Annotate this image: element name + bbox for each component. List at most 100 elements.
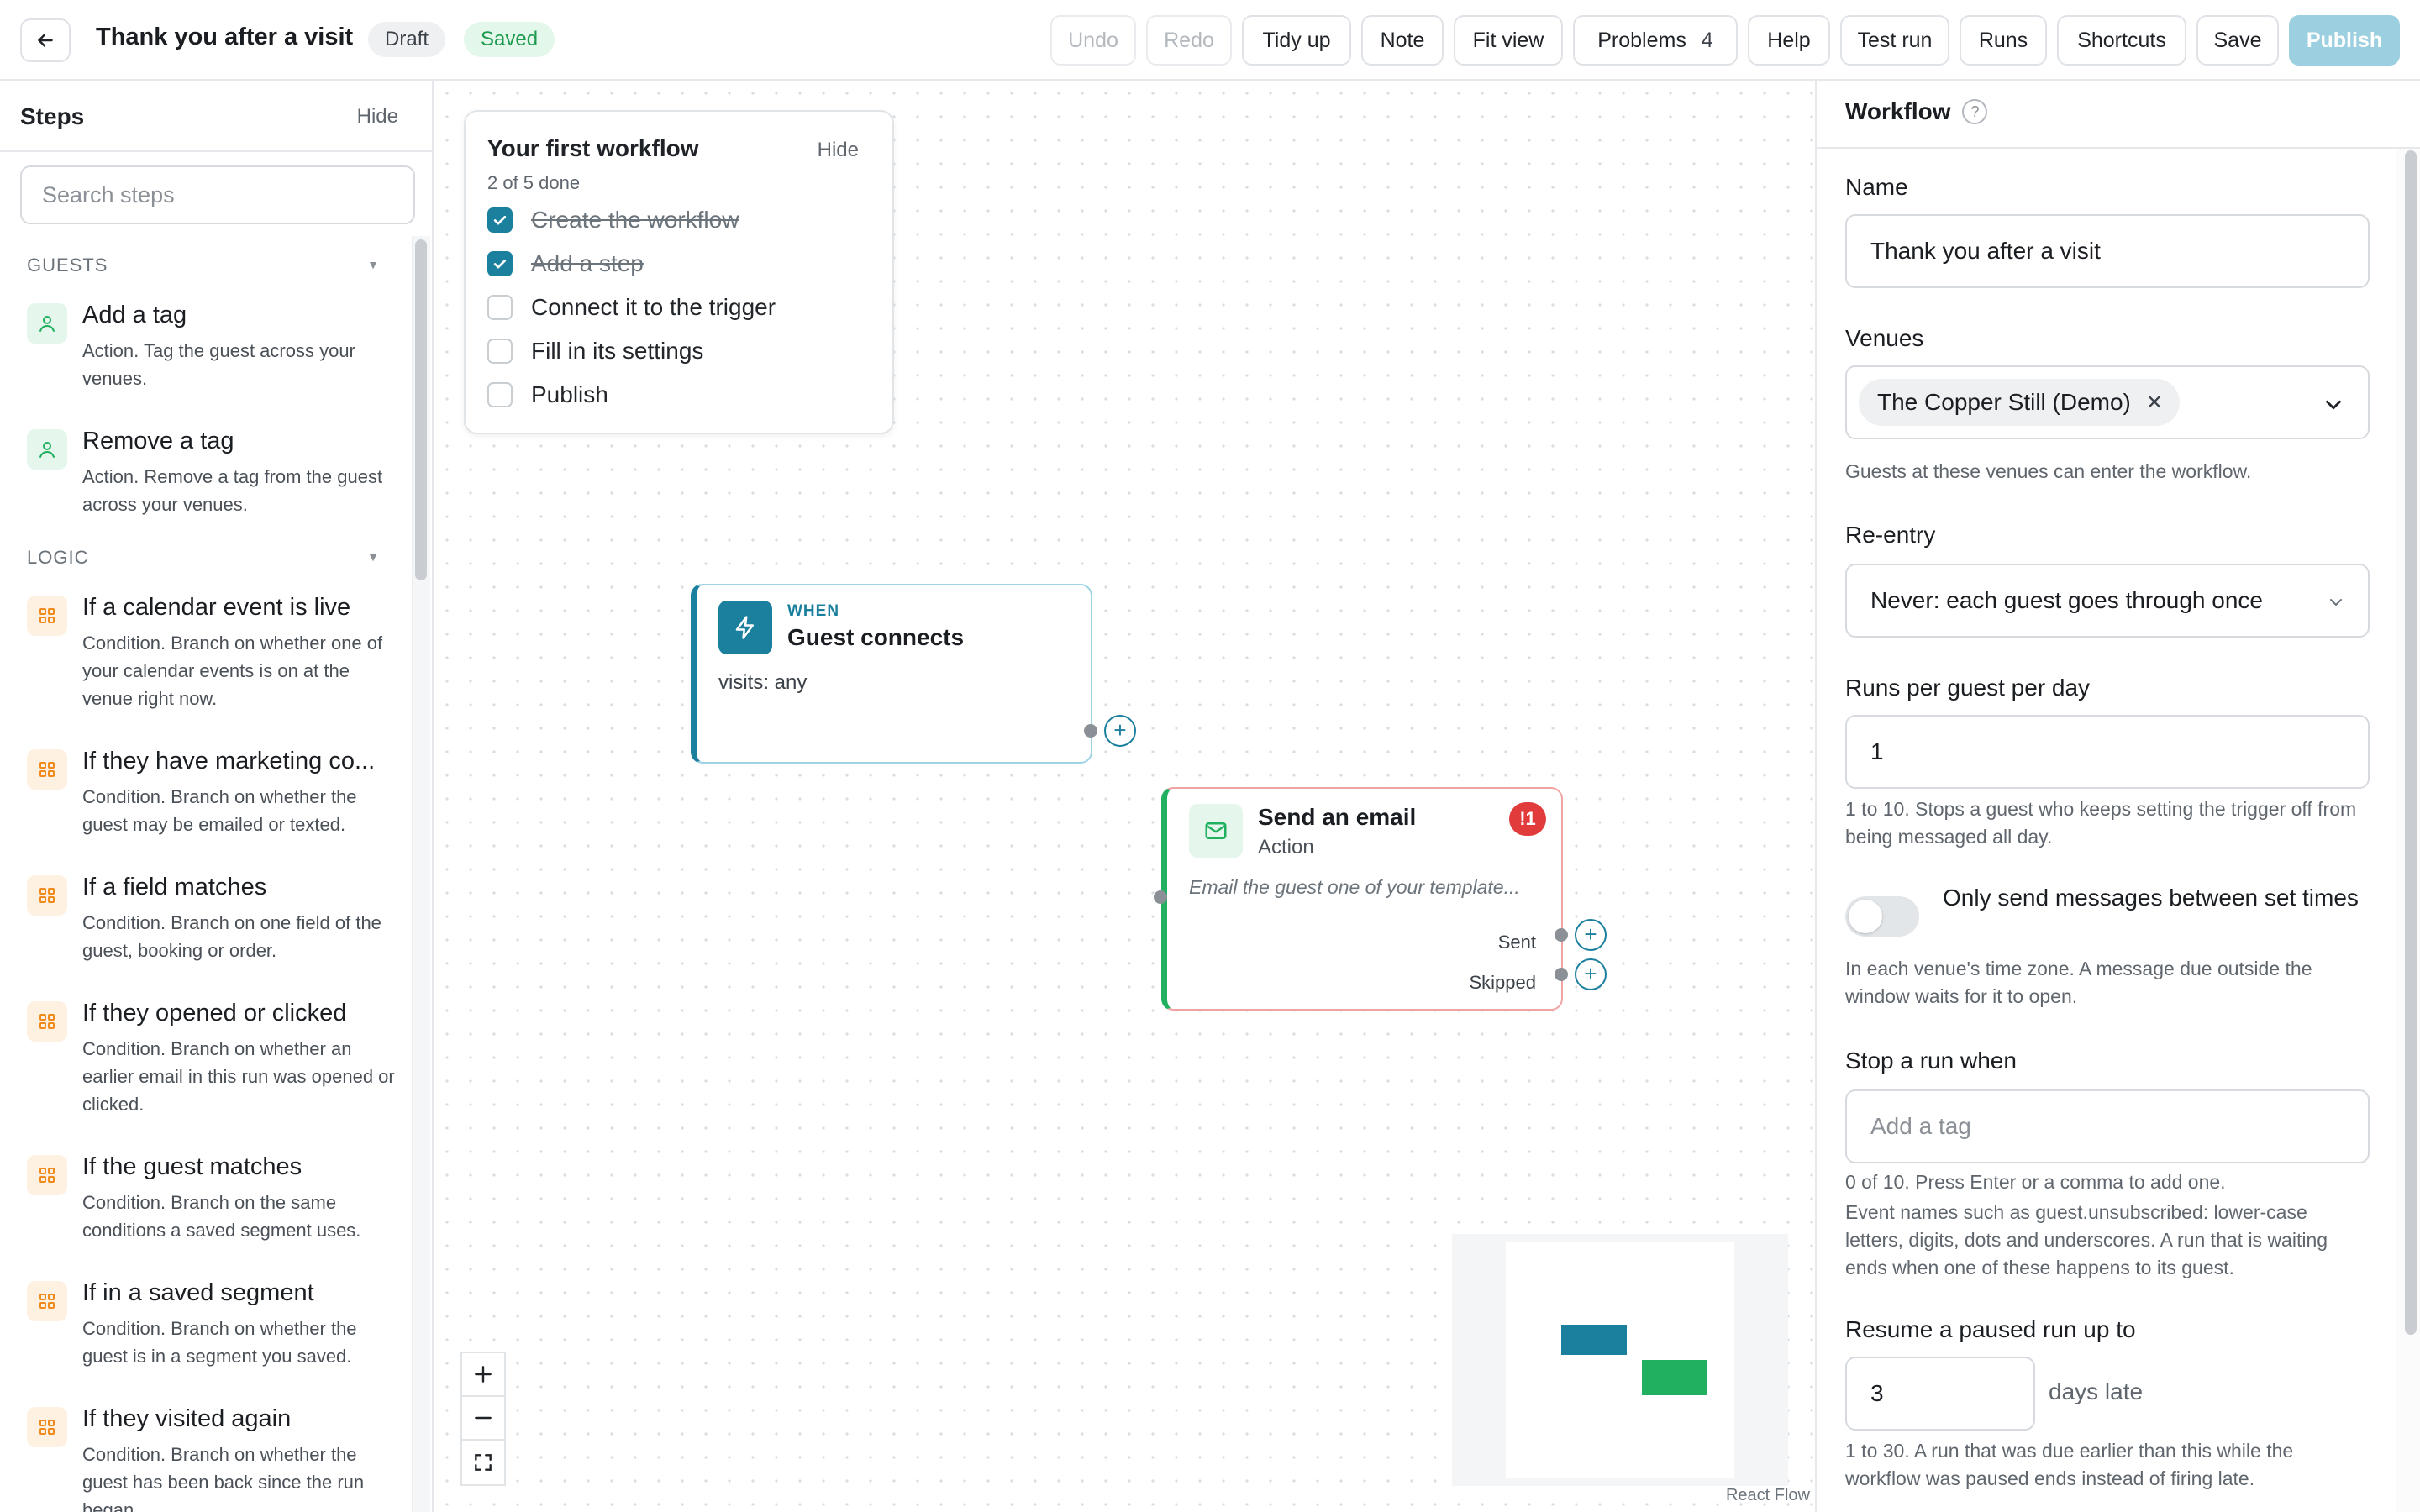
section-name: LOGIC: [27, 547, 89, 568]
panel-title: Workflow: [1845, 98, 1951, 124]
resume-label: Resume a paused run up to: [1845, 1316, 2136, 1342]
section-header-guests[interactable]: GUESTS ▼: [27, 255, 380, 276]
back-button[interactable]: [20, 18, 71, 62]
sidebar-divider: [0, 150, 432, 152]
help-button[interactable]: Help: [1748, 15, 1830, 66]
trigger-output-handle[interactable]: [1084, 724, 1097, 738]
zoom-out-button[interactable]: [462, 1397, 504, 1441]
zoom-in-button[interactable]: [462, 1353, 504, 1397]
workflow-title: Thank you after a visit: [96, 24, 354, 50]
checklist-label: Connect it to the trigger: [531, 294, 776, 320]
reentry-select[interactable]: Never: each guest goes through once: [1845, 564, 2370, 638]
step-description: Condition. Branch on whether the guest m…: [82, 786, 357, 835]
remove-chip-icon[interactable]: ✕: [2146, 391, 2163, 415]
step-description: Condition. Branch on whether one of your…: [82, 633, 383, 709]
checklist-progress: 2 of 5 done: [487, 172, 581, 193]
note-button[interactable]: Note: [1361, 15, 1444, 66]
checkbox-checked[interactable]: [487, 207, 513, 233]
venues-label: Venues: [1845, 325, 1924, 351]
add-step-after-skipped-button[interactable]: +: [1575, 958, 1607, 990]
reentry-label: Re-entry: [1845, 522, 1936, 548]
stop-run-tag-input[interactable]: Add a tag: [1845, 1089, 2370, 1163]
sent-output-handle[interactable]: [1555, 928, 1568, 942]
save-button[interactable]: Save: [2196, 15, 2279, 66]
add-step-after-trigger-button[interactable]: +: [1104, 715, 1136, 747]
check-icon: [493, 215, 507, 225]
grid-icon: [27, 596, 67, 636]
name-input[interactable]: Thank you after a visit: [1845, 214, 2370, 288]
reentry-value: Never: each guest goes through once: [1870, 587, 2263, 613]
fit-view-control[interactable]: [462, 1441, 504, 1484]
step-description: Action. Remove a tag from the guest acro…: [82, 466, 383, 515]
checklist-item[interactable]: Publish: [487, 381, 608, 409]
test-run-button[interactable]: Test run: [1840, 15, 1949, 66]
person-icon: [27, 303, 67, 344]
grid-icon: [27, 1407, 67, 1447]
shortcuts-button[interactable]: Shortcuts: [2057, 15, 2186, 66]
step-title: Remove a tag: [82, 428, 234, 454]
workflow-settings-panel: Workflow ? Name Thank you after a visit …: [1815, 81, 2420, 1512]
checklist-item[interactable]: Connect it to the trigger: [487, 293, 776, 322]
action-title: Send an email: [1258, 804, 1417, 830]
sidebar-hide-button[interactable]: Hide: [357, 105, 398, 129]
panel-header: Workflow ?: [1845, 98, 1988, 125]
search-steps-input[interactable]: Search steps: [20, 165, 415, 224]
step-title: If a field matches: [82, 874, 267, 900]
trigger-node[interactable]: WHEN Guest connects visits: any: [691, 584, 1092, 764]
venue-chip: The Copper Still (Demo) ✕: [1859, 379, 2180, 426]
grid-icon: [27, 1001, 67, 1042]
mail-icon: [1189, 804, 1243, 858]
error-badge[interactable]: !1: [1509, 802, 1546, 836]
section-header-logic[interactable]: LOGIC ▼: [27, 547, 380, 569]
checkbox-checked[interactable]: [487, 251, 513, 276]
redo-button[interactable]: Redo: [1146, 15, 1232, 66]
checklist-item[interactable]: Create the workflow: [487, 206, 739, 234]
checkbox-unchecked[interactable]: [487, 339, 513, 364]
arrow-left-icon: [38, 34, 53, 47]
tidy-up-button[interactable]: Tidy up: [1242, 15, 1351, 66]
step-description: Condition. Branch on whether the guest h…: [82, 1444, 365, 1512]
section-name: GUESTS: [27, 255, 108, 276]
problems-button[interactable]: Problems 4: [1573, 15, 1738, 66]
checkbox-unchecked[interactable]: [487, 382, 513, 407]
publish-button[interactable]: Publish: [2289, 15, 2400, 66]
workflow-canvas[interactable]: Your first workflow 2 of 5 done Hide Cre…: [435, 81, 1815, 1512]
check-icon: [493, 259, 507, 269]
minus-icon: [475, 1416, 492, 1420]
runs-per-day-input[interactable]: 1: [1845, 715, 2370, 789]
venues-select[interactable]: The Copper Still (Demo) ✕: [1845, 365, 2370, 439]
send-email-node[interactable]: Send an email Action !1 Email the guest …: [1161, 787, 1563, 1011]
minimap[interactable]: [1452, 1234, 1788, 1486]
panel-scrollbar[interactable]: [2405, 150, 2417, 1335]
grid-icon: [27, 749, 67, 790]
checklist-hide-button[interactable]: Hide: [818, 139, 859, 162]
problems-label: Problems: [1597, 28, 1686, 52]
name-label: Name: [1845, 174, 1908, 200]
skipped-output-handle[interactable]: [1555, 968, 1568, 981]
runs-button[interactable]: Runs: [1960, 15, 2047, 66]
output-label-skipped: Skipped: [1469, 972, 1536, 993]
sidebar-scrollbar[interactable]: [415, 239, 427, 580]
runs-label: Runs per guest per day: [1845, 675, 2091, 701]
checklist-item[interactable]: Add a step: [487, 249, 644, 278]
react-flow-attribution[interactable]: React Flow: [1726, 1486, 1810, 1505]
action-input-handle[interactable]: [1154, 890, 1167, 904]
undo-button[interactable]: Undo: [1050, 15, 1136, 66]
quiet-hours-toggle[interactable]: [1845, 896, 1919, 937]
step-description: Action. Tag the guest across your venues…: [82, 340, 355, 389]
fit-view-button[interactable]: Fit view: [1454, 15, 1563, 66]
help-icon[interactable]: ?: [1962, 99, 1988, 124]
add-step-after-sent-button[interactable]: +: [1575, 919, 1607, 951]
checklist-item[interactable]: Fill in its settings: [487, 337, 703, 365]
minimap-trigger-node: [1561, 1325, 1627, 1355]
person-icon: [27, 429, 67, 470]
top-bar: Thank you after a visit Draft Saved Undo…: [0, 0, 2420, 81]
step-title: If they have marketing co...: [82, 748, 376, 774]
action-subtitle: Action: [1258, 836, 1314, 858]
problems-count: 4: [1701, 28, 1713, 52]
checkbox-unchecked[interactable]: [487, 295, 513, 320]
trigger-kicker: WHEN: [787, 602, 840, 620]
resume-days-input[interactable]: 3: [1845, 1357, 2035, 1431]
trigger-title: Guest connects: [787, 624, 965, 650]
grid-icon: [27, 875, 67, 916]
